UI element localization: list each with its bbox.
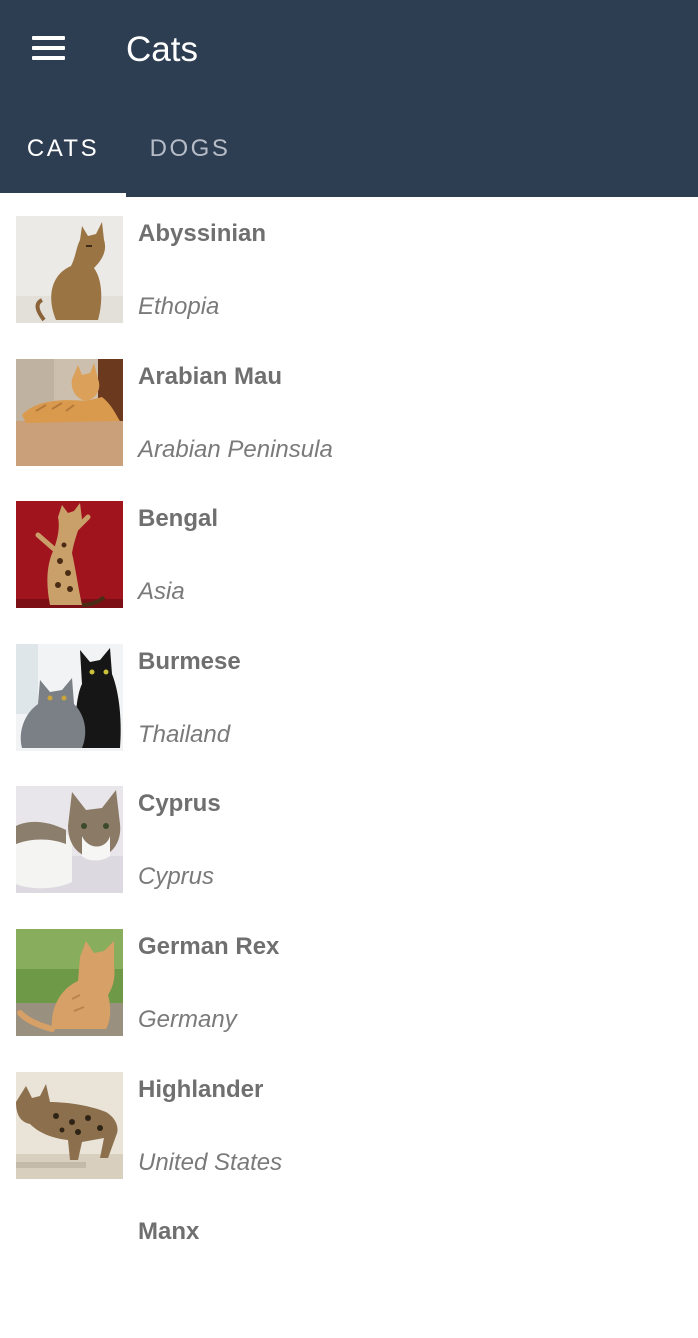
cat-photo [16,786,123,894]
list-item[interactable]: Bengal Asia [0,482,698,625]
breed-origin: Arabian Peninsula [138,435,333,463]
cat-photo [16,928,123,1036]
cat-photo [16,643,123,751]
list-item[interactable]: Arabian Mau Arabian Peninsula [0,340,698,483]
breed-name: Bengal [138,505,219,533]
cat-photo [16,216,123,323]
list-item[interactable]: Abyssinian Ethopia [0,197,698,340]
breed-name: Burmese [138,647,241,675]
breed-name: German Rex [138,932,280,960]
breed-origin: Germany [138,1005,237,1033]
breed-name: Manx [138,1218,200,1246]
breed-name: Highlander [138,1075,264,1103]
app-title: Cats [126,30,198,69]
tab-dogs[interactable]: DOGS [126,100,254,197]
list-item[interactable]: German Rex Germany [0,910,698,1053]
breed-list: Abyssinian Ethopia Arabian Mau Arabian P… [0,197,698,1338]
app-bar: Cats CATS DOGS [0,0,698,197]
list-item[interactable]: Highlander United States [0,1053,698,1196]
list-item[interactable]: Manx [0,1195,698,1338]
menu-icon [32,36,65,40]
list-item[interactable]: Burmese Thailand [0,625,698,768]
cat-photo [16,501,123,609]
breed-origin: Ethopia [138,293,220,320]
list-item[interactable]: Cyprus Cyprus [0,767,698,910]
breed-name: Cyprus [138,790,221,818]
tab-bar: CATS DOGS [0,100,698,197]
breed-origin: Thailand [138,720,231,748]
tab-cats[interactable]: CATS [0,100,126,197]
menu-icon-line [32,46,65,50]
breed-origin: United States [138,1148,283,1176]
menu-icon-line [32,56,65,60]
cat-photo [16,1071,123,1179]
cat-photo [16,358,123,466]
breed-origin: Cyprus [138,863,215,891]
breed-name: Abyssinian [138,220,267,247]
breed-name: Arabian Mau [138,362,283,390]
menu-button[interactable] [22,26,74,70]
breed-origin: Asia [138,578,185,606]
